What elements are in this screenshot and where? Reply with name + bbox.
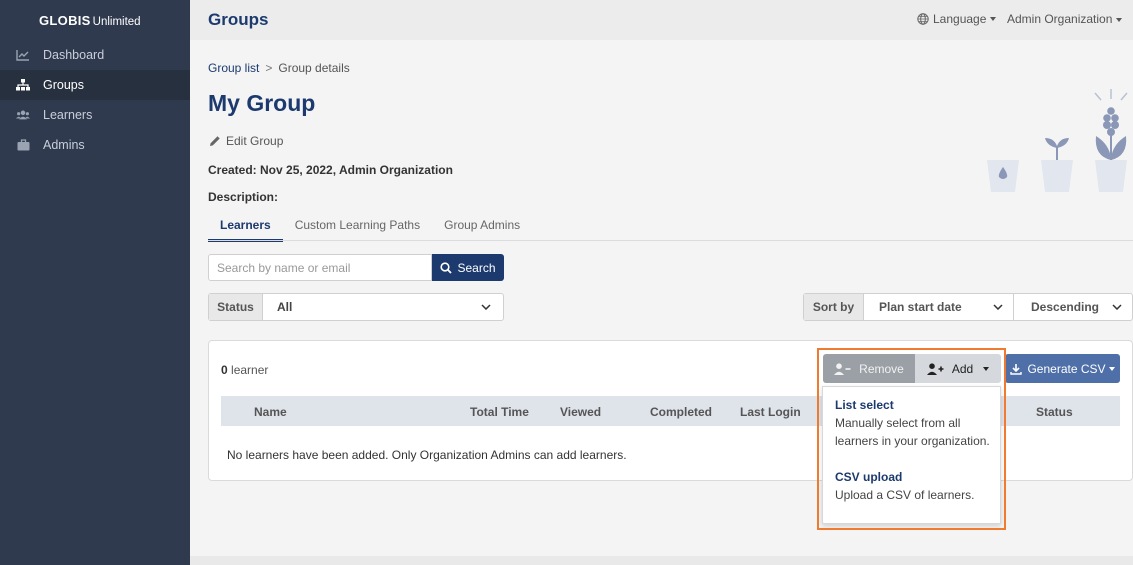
edit-group-link[interactable]: Edit Group bbox=[209, 134, 283, 148]
plants-illustration bbox=[987, 89, 1128, 192]
chart-line-icon bbox=[16, 48, 30, 62]
brand-sub: Unlimited bbox=[92, 16, 141, 28]
download-icon bbox=[1010, 363, 1023, 375]
status-filter: Status All bbox=[208, 293, 504, 321]
users-icon bbox=[16, 108, 30, 122]
user-minus-icon bbox=[834, 362, 851, 375]
search-input[interactable] bbox=[208, 254, 432, 281]
organization-menu[interactable]: Admin Organization bbox=[1007, 12, 1123, 26]
chevron-down-icon bbox=[993, 304, 1003, 310]
sidebar-item-admins[interactable]: Admins bbox=[0, 130, 190, 160]
sidebar-item-label: Groups bbox=[43, 78, 84, 92]
breadcrumb: Group list > Group details bbox=[208, 61, 350, 75]
status-select-value: All bbox=[277, 300, 293, 314]
column-name[interactable]: Name bbox=[254, 405, 287, 419]
sort-field-value: Plan start date bbox=[879, 300, 962, 314]
breadcrumb-group-list[interactable]: Group list bbox=[208, 61, 259, 75]
sidebar-item-learners[interactable]: Learners bbox=[0, 100, 190, 130]
description-label: Description: bbox=[208, 190, 279, 204]
status-filter-label: Status bbox=[209, 294, 263, 320]
search-icon bbox=[440, 261, 453, 274]
breadcrumb-separator: > bbox=[265, 61, 273, 75]
column-last-login[interactable]: Last Login bbox=[740, 405, 801, 419]
sidebar-item-dashboard[interactable]: Dashboard bbox=[0, 40, 190, 70]
column-total-time[interactable]: Total Time bbox=[470, 405, 529, 419]
chevron-down-icon bbox=[990, 17, 997, 21]
column-status[interactable]: Status bbox=[1036, 405, 1073, 419]
brand-logo[interactable]: GLOBIS Unlimited bbox=[39, 13, 141, 28]
sidebar: GLOBIS Unlimited Dashboard Groups Learner… bbox=[0, 0, 190, 565]
learner-count-unit: learner bbox=[231, 363, 269, 377]
sort-control: Sort by Plan start date Descending bbox=[803, 293, 1133, 321]
learner-count: 0 learner bbox=[221, 363, 268, 377]
organization-label: Admin Organization bbox=[1007, 12, 1113, 26]
created-info: Created: Nov 25, 2022, Admin Organizatio… bbox=[208, 163, 453, 177]
language-menu[interactable]: Language bbox=[917, 12, 997, 26]
sidebar-item-label: Learners bbox=[43, 108, 93, 122]
sort-field-select[interactable]: Plan start date bbox=[864, 294, 1014, 320]
sitemap-icon bbox=[16, 78, 30, 92]
menu-item-title: List select bbox=[835, 398, 894, 412]
language-label: Language bbox=[933, 12, 987, 26]
sort-order-value: Descending bbox=[1031, 300, 1100, 314]
remove-button[interactable]: Remove bbox=[823, 354, 915, 383]
menu-item-description: Manually select from all learners in you… bbox=[835, 416, 990, 448]
group-title: My Group bbox=[208, 90, 316, 116]
add-button-label: Add bbox=[951, 361, 974, 376]
search-button[interactable]: Search bbox=[432, 254, 504, 281]
learner-count-number: 0 bbox=[221, 363, 228, 377]
menu-item-csv-upload[interactable]: CSV upload Upload a CSV of learners. bbox=[835, 470, 995, 504]
brand-main: GLOBIS bbox=[39, 13, 91, 28]
column-completed[interactable]: Completed bbox=[650, 405, 712, 419]
chevron-down-icon bbox=[481, 304, 491, 310]
add-dropdown-menu: List select Manually select from all lea… bbox=[822, 386, 1001, 524]
remove-button-label: Remove bbox=[859, 361, 904, 376]
generate-csv-label: Generate CSV bbox=[1027, 361, 1106, 376]
tab-group-admins[interactable]: Group Admins bbox=[432, 212, 532, 242]
group-tabs: Learners Custom Learning Paths Group Adm… bbox=[208, 212, 532, 242]
caret-down-icon bbox=[983, 366, 990, 371]
sidebar-item-label: Admins bbox=[43, 138, 85, 152]
caret-down-icon bbox=[1108, 366, 1115, 371]
sidebar-item-groups[interactable]: Groups bbox=[0, 70, 190, 100]
page-title: Groups bbox=[208, 10, 269, 29]
user-plus-icon bbox=[926, 362, 944, 375]
sort-order-select[interactable]: Descending bbox=[1014, 294, 1132, 320]
globe-icon bbox=[917, 13, 929, 25]
top-bar: Groups Language Admin Organization bbox=[190, 0, 1133, 40]
chevron-down-icon bbox=[1112, 304, 1122, 310]
menu-item-description: Upload a CSV of learners. bbox=[835, 488, 975, 502]
menu-item-list-select[interactable]: List select Manually select from all lea… bbox=[835, 398, 995, 450]
menu-item-title: CSV upload bbox=[835, 470, 903, 484]
chevron-down-icon bbox=[1116, 17, 1123, 22]
add-button[interactable]: Add bbox=[915, 354, 1001, 383]
briefcase-icon bbox=[16, 138, 30, 152]
pencil-icon bbox=[210, 136, 220, 146]
footer-band bbox=[190, 556, 1133, 565]
column-viewed[interactable]: Viewed bbox=[560, 405, 601, 419]
tab-custom-learning-paths[interactable]: Custom Learning Paths bbox=[283, 212, 432, 242]
tabs-divider bbox=[208, 240, 1133, 241]
breadcrumb-current: Group details bbox=[278, 61, 350, 75]
tab-learners[interactable]: Learners bbox=[208, 212, 283, 242]
edit-group-label: Edit Group bbox=[226, 134, 284, 148]
status-select[interactable]: All bbox=[263, 294, 503, 320]
sidebar-item-label: Dashboard bbox=[43, 48, 105, 62]
sort-by-label: Sort by bbox=[804, 294, 864, 320]
empty-table-message: No learners have been added. Only Organi… bbox=[227, 448, 627, 462]
search-button-label: Search bbox=[457, 260, 496, 275]
generate-csv-button[interactable]: Generate CSV bbox=[1005, 354, 1120, 383]
